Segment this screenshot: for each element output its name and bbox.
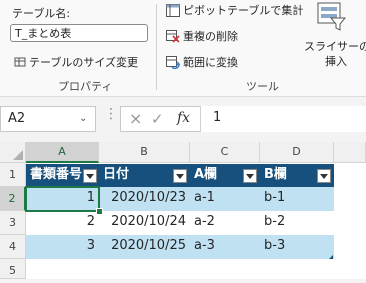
- row-header-5[interactable]: 5: [0, 259, 26, 279]
- filter-dropdown-icon[interactable]: [317, 169, 331, 183]
- enter-icon[interactable]: ✓: [151, 110, 164, 128]
- convert-to-range-label: 範囲に変換: [183, 56, 238, 69]
- pivot-table-icon: [166, 3, 180, 17]
- pivot-summary-label: ピボットテーブルで集計: [183, 4, 304, 17]
- resize-table-button[interactable]: テーブルのサイズ変更: [14, 54, 138, 70]
- tools-group-label: ツール: [246, 80, 279, 93]
- remove-duplicates-label: 重複の削除: [183, 30, 238, 43]
- convert-to-range-icon: [166, 55, 180, 69]
- row-header-3[interactable]: 3: [0, 211, 26, 235]
- table-name-input[interactable]: T_まとめ表: [10, 24, 148, 42]
- column-header-a[interactable]: A: [26, 142, 99, 163]
- select-all-corner[interactable]: [0, 142, 26, 163]
- select-all-icon: [13, 150, 23, 160]
- filter-dropdown-icon[interactable]: [83, 169, 97, 183]
- formula-input-value: 1: [213, 110, 222, 125]
- table-cell[interactable]: b-3: [260, 235, 334, 259]
- resize-table-label: テーブルのサイズ変更: [29, 56, 139, 69]
- pivot-summary-button[interactable]: ピボットテーブルで集計: [166, 2, 303, 18]
- formula-input[interactable]: 1: [200, 106, 366, 132]
- column-header-e[interactable]: [334, 142, 366, 163]
- header-doc-number: 書類番号: [30, 167, 83, 182]
- fill-handle[interactable]: [96, 208, 103, 215]
- table-header-cell[interactable]: 日付: [99, 164, 190, 187]
- filter-dropdown-icon[interactable]: [243, 169, 257, 183]
- group-divider: [156, 4, 157, 90]
- row-header-1[interactable]: 1: [0, 163, 26, 187]
- header-a-field: A欄: [194, 167, 218, 182]
- table-resize-handle[interactable]: [329, 255, 333, 259]
- filter-dropdown-icon[interactable]: [173, 169, 187, 183]
- cancel-icon[interactable]: ×: [129, 109, 142, 128]
- table-cell[interactable]: a-2: [190, 211, 260, 235]
- table-cell[interactable]: 2: [26, 211, 99, 235]
- table-cell[interactable]: 2020/10/24: [99, 211, 190, 235]
- remove-duplicates-icon: [166, 29, 180, 43]
- ribbon: テーブル名: T_まとめ表 テーブルのサイズ変更 プロパティ ピボットテーブルで…: [0, 0, 366, 97]
- row-header-2[interactable]: 2: [0, 187, 26, 211]
- slicer-label-line1: スライサーの: [304, 40, 366, 53]
- row-header-4[interactable]: 4: [0, 235, 26, 259]
- spreadsheet-grid: A B C D 1 2 3 4 5 書類番号 日付 A欄 B欄 1 2020/1…: [0, 142, 366, 279]
- resize-table-icon: [14, 57, 26, 67]
- table-cell[interactable]: b-2: [260, 211, 334, 235]
- name-box[interactable]: A2 ⌄: [0, 106, 96, 132]
- header-date: 日付: [103, 167, 130, 182]
- column-header-d[interactable]: D: [260, 142, 334, 163]
- table-cell[interactable]: a-3: [190, 235, 260, 259]
- chevron-down-icon[interactable]: ⌄: [79, 113, 87, 124]
- column-header-c[interactable]: C: [190, 142, 260, 163]
- table-cell[interactable]: 2020/10/23: [99, 187, 190, 211]
- slicer-icon: [317, 2, 347, 31]
- table-cell[interactable]: 3: [26, 235, 99, 259]
- header-b-field: B欄: [264, 167, 287, 182]
- table-cell[interactable]: 2020/10/25: [99, 235, 190, 259]
- table-header-cell[interactable]: 書類番号: [26, 164, 99, 187]
- slicer-label-line2: 挿入: [325, 55, 347, 68]
- table-cell[interactable]: b-1: [260, 187, 334, 211]
- remove-duplicates-button[interactable]: 重複の削除: [166, 28, 238, 44]
- table-header-cell[interactable]: A欄: [190, 164, 260, 187]
- convert-to-range-button[interactable]: 範囲に変換: [166, 54, 238, 70]
- more-options-icon: ⋮: [104, 106, 118, 122]
- column-header-b[interactable]: B: [99, 142, 190, 163]
- insert-function-icon[interactable]: fx: [177, 110, 190, 126]
- table-cell[interactable]: a-1: [190, 187, 260, 211]
- table-header-cell[interactable]: B欄: [260, 164, 334, 187]
- name-box-value: A2: [8, 111, 26, 126]
- properties-group-label: プロパティ: [58, 80, 113, 93]
- table-name-label: テーブル名:: [12, 7, 71, 20]
- insert-slicer-button[interactable]: スライサーの 挿入: [300, 2, 366, 72]
- table-cell[interactable]: 1: [26, 187, 99, 211]
